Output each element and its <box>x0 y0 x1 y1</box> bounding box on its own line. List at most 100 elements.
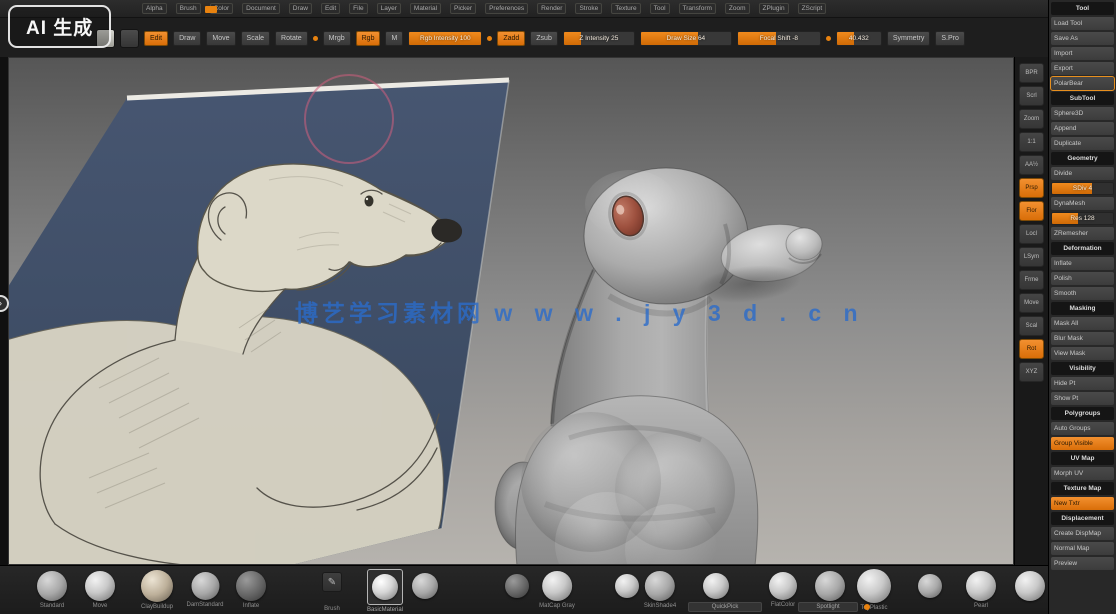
tool-panel-row[interactable]: New Txtr <box>1051 497 1114 510</box>
tool-panel-row[interactable]: Deformation <box>1051 242 1114 255</box>
tool-panel-row[interactable]: Tool <box>1051 2 1114 15</box>
material-sphere[interactable]: FlatColor <box>769 572 797 609</box>
viewport-toggle-icon[interactable]: Flor <box>1019 201 1044 221</box>
mode-toggle-button[interactable]: Edit <box>144 31 168 46</box>
tool-panel-row[interactable]: DynaMesh <box>1051 197 1114 210</box>
tool-panel-row[interactable]: Sphere3D <box>1051 107 1114 120</box>
brush-icon[interactable]: ✎ <box>322 572 342 592</box>
extra-slider[interactable]: 40.432 <box>836 31 882 46</box>
viewport-toggle-icon[interactable]: XYZ <box>1019 362 1044 382</box>
tool-panel-row[interactable]: UV Map <box>1051 452 1114 465</box>
paint-toggle-button[interactable]: Rgb <box>356 31 381 46</box>
rgb-intensity-slider[interactable]: Rgb Intensity 100 <box>408 31 482 46</box>
selected-material-box[interactable] <box>367 569 403 605</box>
viewport-toggle-icon[interactable]: Scal <box>1019 316 1044 336</box>
tool-panel-row[interactable]: Blur Mask <box>1051 332 1114 345</box>
tool-panel-row[interactable]: Smooth <box>1051 287 1114 300</box>
viewport-toggle-icon[interactable]: Rot <box>1019 339 1044 359</box>
mode-toggle-button[interactable]: Draw <box>173 31 201 46</box>
tool-panel-row[interactable]: SubTool <box>1051 92 1114 105</box>
viewport-toggle-icon[interactable]: 1:1 <box>1019 132 1044 152</box>
tool-panel-row[interactable]: Divide <box>1051 167 1114 180</box>
extra-toggle-button[interactable]: Symmetry <box>887 31 931 46</box>
bottom-chip[interactable]: Spotlight <box>798 602 858 612</box>
material-sphere[interactable] <box>918 574 942 607</box>
tool-panel-row[interactable]: Load Tool <box>1051 17 1114 30</box>
tool-panel-row[interactable]: Morph UV <box>1051 467 1114 480</box>
material-sphere[interactable]: SkinShade4 <box>644 571 676 610</box>
tool-panel-row[interactable]: Group Visible <box>1051 437 1114 450</box>
tool-panel-row[interactable]: Append <box>1051 122 1114 135</box>
tool-panel-row[interactable]: PolarBear <box>1051 77 1114 90</box>
tool-panel-row[interactable]: Res 128 <box>1051 212 1114 225</box>
material-sphere[interactable]: ClayBuildup <box>141 570 173 611</box>
tool-panel-row[interactable]: Export <box>1051 62 1114 75</box>
material-sphere[interactable] <box>615 574 639 607</box>
material-sphere[interactable]: Inflate <box>236 571 266 610</box>
viewport-toggle-icon[interactable]: AA½ <box>1019 155 1044 175</box>
tool-panel-row[interactable]: Displacement <box>1051 512 1114 525</box>
sculpt-slider[interactable]: Focal Shift -8 <box>737 31 821 46</box>
menu-item[interactable]: Picker <box>450 3 476 14</box>
material-sphere[interactable] <box>412 573 438 608</box>
tool-panel-row[interactable]: Create DispMap <box>1051 527 1114 540</box>
tool-panel-row[interactable]: View Mask <box>1051 347 1114 360</box>
menu-item[interactable]: File <box>349 3 367 14</box>
menu-item[interactable]: Material <box>410 3 441 14</box>
tool-panel-row[interactable]: Preview <box>1051 557 1114 570</box>
material-sphere[interactable]: ToyPlastic <box>857 569 891 612</box>
mode-toggle-button[interactable]: Rotate <box>275 31 308 46</box>
sculpt-viewport[interactable]: 博艺学习素材网 w w w . j y 3 d . c n <box>8 57 1014 565</box>
tool-panel-row[interactable]: Hide Pt <box>1051 377 1114 390</box>
paint-toggle-button[interactable]: M <box>385 31 403 46</box>
tool-panel-row[interactable]: ZRemesher <box>1051 227 1114 240</box>
tool-panel-row[interactable]: Import <box>1051 47 1114 60</box>
tool-panel-row[interactable]: Auto Groups <box>1051 422 1114 435</box>
tool-panel-row[interactable]: SDiv 4 <box>1051 182 1114 195</box>
menu-item[interactable]: ZPlugin <box>759 3 789 14</box>
menu-item[interactable]: Edit <box>321 3 340 14</box>
material-sphere[interactable] <box>1015 571 1045 610</box>
menu-item[interactable]: Render <box>537 3 566 14</box>
tool-panel-row[interactable]: Polygroups <box>1051 407 1114 420</box>
tool-panel-row[interactable]: Duplicate <box>1051 137 1114 150</box>
sculpt-slider[interactable]: Z Intensity 25 <box>563 31 635 46</box>
tool-panel-row[interactable]: Mask All <box>1051 317 1114 330</box>
sculpt-toggle-button[interactable]: Zadd <box>497 31 525 46</box>
menu-item[interactable]: Document <box>242 3 280 14</box>
menu-item[interactable]: Alpha <box>142 3 167 14</box>
menu-item[interactable]: ZScript <box>798 3 827 14</box>
sculpt-toggle-button[interactable]: Zsub <box>530 31 558 46</box>
material-sphere[interactable]: DamStandard <box>186 572 223 609</box>
menu-item[interactable]: Preferences <box>485 3 528 14</box>
quicksave-icon[interactable] <box>120 29 139 48</box>
tool-panel-row[interactable]: Inflate <box>1051 257 1114 270</box>
extra-toggle-button[interactable]: S.Pro <box>935 31 965 46</box>
sculpt-slider[interactable]: Draw Size 64 <box>640 31 732 46</box>
menu-item[interactable]: Layer <box>377 3 401 14</box>
viewport-toggle-icon[interactable]: Prsp <box>1019 178 1044 198</box>
tool-panel-row[interactable]: Normal Map <box>1051 542 1114 555</box>
mode-toggle-button[interactable]: Move <box>206 31 235 46</box>
tool-panel-row[interactable]: Masking <box>1051 302 1114 315</box>
material-sphere[interactable]: Move <box>85 571 115 610</box>
tool-panel-row[interactable]: Geometry <box>1051 152 1114 165</box>
viewport-toggle-icon[interactable]: Zoom <box>1019 109 1044 129</box>
tool-panel-row[interactable]: Show Pt <box>1051 392 1114 405</box>
menu-item[interactable]: Tool <box>650 3 670 14</box>
menu-item[interactable]: Transform <box>679 3 716 14</box>
viewport-toggle-icon[interactable]: BPR <box>1019 63 1044 83</box>
bottom-chip[interactable]: QuickPick <box>688 602 762 612</box>
paint-toggle-button[interactable]: Mrgb <box>323 31 351 46</box>
tool-panel-row[interactable]: Visibility <box>1051 362 1114 375</box>
tool-panel-row[interactable]: Polish <box>1051 272 1114 285</box>
menu-item[interactable]: Brush <box>176 3 201 14</box>
material-sphere[interactable] <box>505 574 529 607</box>
tool-panel-row[interactable]: Texture Map <box>1051 482 1114 495</box>
viewport-toggle-icon[interactable]: Scrl <box>1019 86 1044 106</box>
tool-panel-row[interactable]: Save As <box>1051 32 1114 45</box>
viewport-toggle-icon[interactable]: LSym <box>1019 247 1044 267</box>
viewport-toggle-icon[interactable]: Locl <box>1019 224 1044 244</box>
mode-toggle-button[interactable]: Scale <box>241 31 271 46</box>
menu-item[interactable]: Stroke <box>575 3 602 14</box>
